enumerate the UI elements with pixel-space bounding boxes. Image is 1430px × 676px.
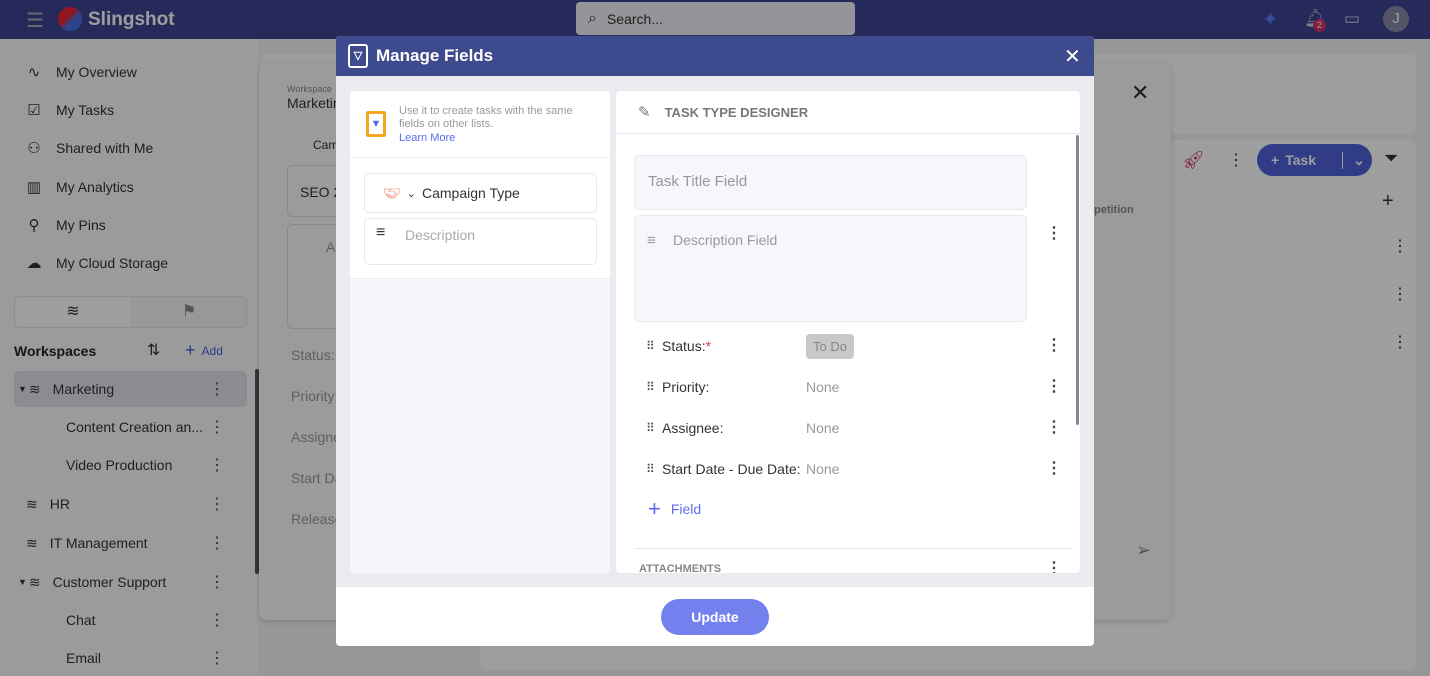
text-lines-icon: ≡ [647, 232, 656, 249]
field-label: Assignee: [662, 420, 724, 436]
designer-scrollbar[interactable] [1076, 135, 1079, 425]
required-marker: * [705, 338, 712, 354]
field-value: None [806, 420, 840, 436]
field-assignee[interactable]: ⠿ Assignee: None [646, 413, 1066, 443]
designer-header: ✎ TASK TYPE DESIGNER [616, 91, 1080, 134]
modal-footer: Update [336, 587, 1094, 646]
handshake-icon: 🤝︎ [383, 184, 401, 201]
close-icon[interactable]: ✕ [1064, 44, 1081, 69]
task-type-campaign[interactable]: 🤝︎ ⌄ Campaign Type [364, 173, 597, 213]
pencil-icon: ✎ [638, 104, 651, 121]
add-field-button[interactable]: + Field [648, 496, 701, 522]
plus-icon: + [648, 496, 661, 521]
field-priority[interactable]: ⠿ Priority: None [646, 372, 1066, 402]
task-types-panel: ▼ Use it to create tasks with the same f… [350, 91, 610, 573]
learn-more-link[interactable]: Learn More [399, 132, 455, 144]
field-value: None [806, 461, 840, 477]
field-label: Status: [662, 338, 706, 354]
text-lines-icon: ≡ [376, 224, 386, 241]
field-status[interactable]: ⠿ Status:* To Do [646, 331, 1066, 361]
drag-handle-icon[interactable]: ⠿ [646, 339, 662, 353]
field-more-icon[interactable]: ⋮ [1046, 417, 1062, 437]
clipboard-icon: ▽ [348, 44, 368, 68]
field-more-icon[interactable]: ⋮ [1046, 376, 1062, 396]
field-dates[interactable]: ⠿ Start Date - Due Date: None [646, 454, 1066, 484]
designer-title: TASK TYPE DESIGNER [664, 104, 809, 120]
drag-handle-icon[interactable]: ⠿ [646, 421, 662, 435]
modal-header: ▽ Manage Fields ✕ [336, 36, 1094, 76]
description-field[interactable]: ≡ Description Field [634, 215, 1027, 322]
status-badge[interactable]: To Do [806, 333, 854, 359]
add-field-label: Field [670, 501, 702, 517]
info-text: Use it to create tasks with the same fie… [399, 105, 573, 130]
info-box: ▼ Use it to create tasks with the same f… [350, 91, 610, 158]
update-button[interactable]: Update [661, 599, 769, 635]
divider [634, 548, 1072, 549]
task-type-description-input[interactable]: ≡ Description [364, 218, 597, 265]
field-value: None [806, 379, 840, 395]
field-label: Start Date - Due Date: [662, 461, 801, 477]
task-title-field[interactable]: Task Title Field [634, 155, 1027, 210]
attachments-section-title: ATTACHMENTS [639, 563, 722, 573]
chevron-down-icon[interactable]: ⌄ [407, 187, 416, 200]
field-label: Priority: [662, 379, 710, 395]
modal-title: Manage Fields [376, 46, 494, 65]
task-type-designer: ✎ TASK TYPE DESIGNER Task Title Field ≡ … [616, 91, 1080, 573]
clipboard-icon: ▼ [366, 111, 386, 137]
task-title-placeholder: Task Title Field [648, 173, 748, 190]
attachments-more-icon[interactable]: ⋮ [1046, 558, 1062, 573]
task-type-label: Campaign Type [422, 185, 520, 201]
description-placeholder: Description [405, 227, 476, 243]
description-field-placeholder: Description Field [673, 232, 778, 248]
description-more-icon[interactable]: ⋮ [1046, 223, 1062, 243]
drag-handle-icon[interactable]: ⠿ [646, 462, 662, 476]
field-more-icon[interactable]: ⋮ [1046, 335, 1062, 355]
field-more-icon[interactable]: ⋮ [1046, 458, 1062, 478]
manage-fields-modal: ▽ Manage Fields ✕ ▼ Use it to create tas… [336, 36, 1094, 646]
drag-handle-icon[interactable]: ⠿ [646, 380, 662, 394]
